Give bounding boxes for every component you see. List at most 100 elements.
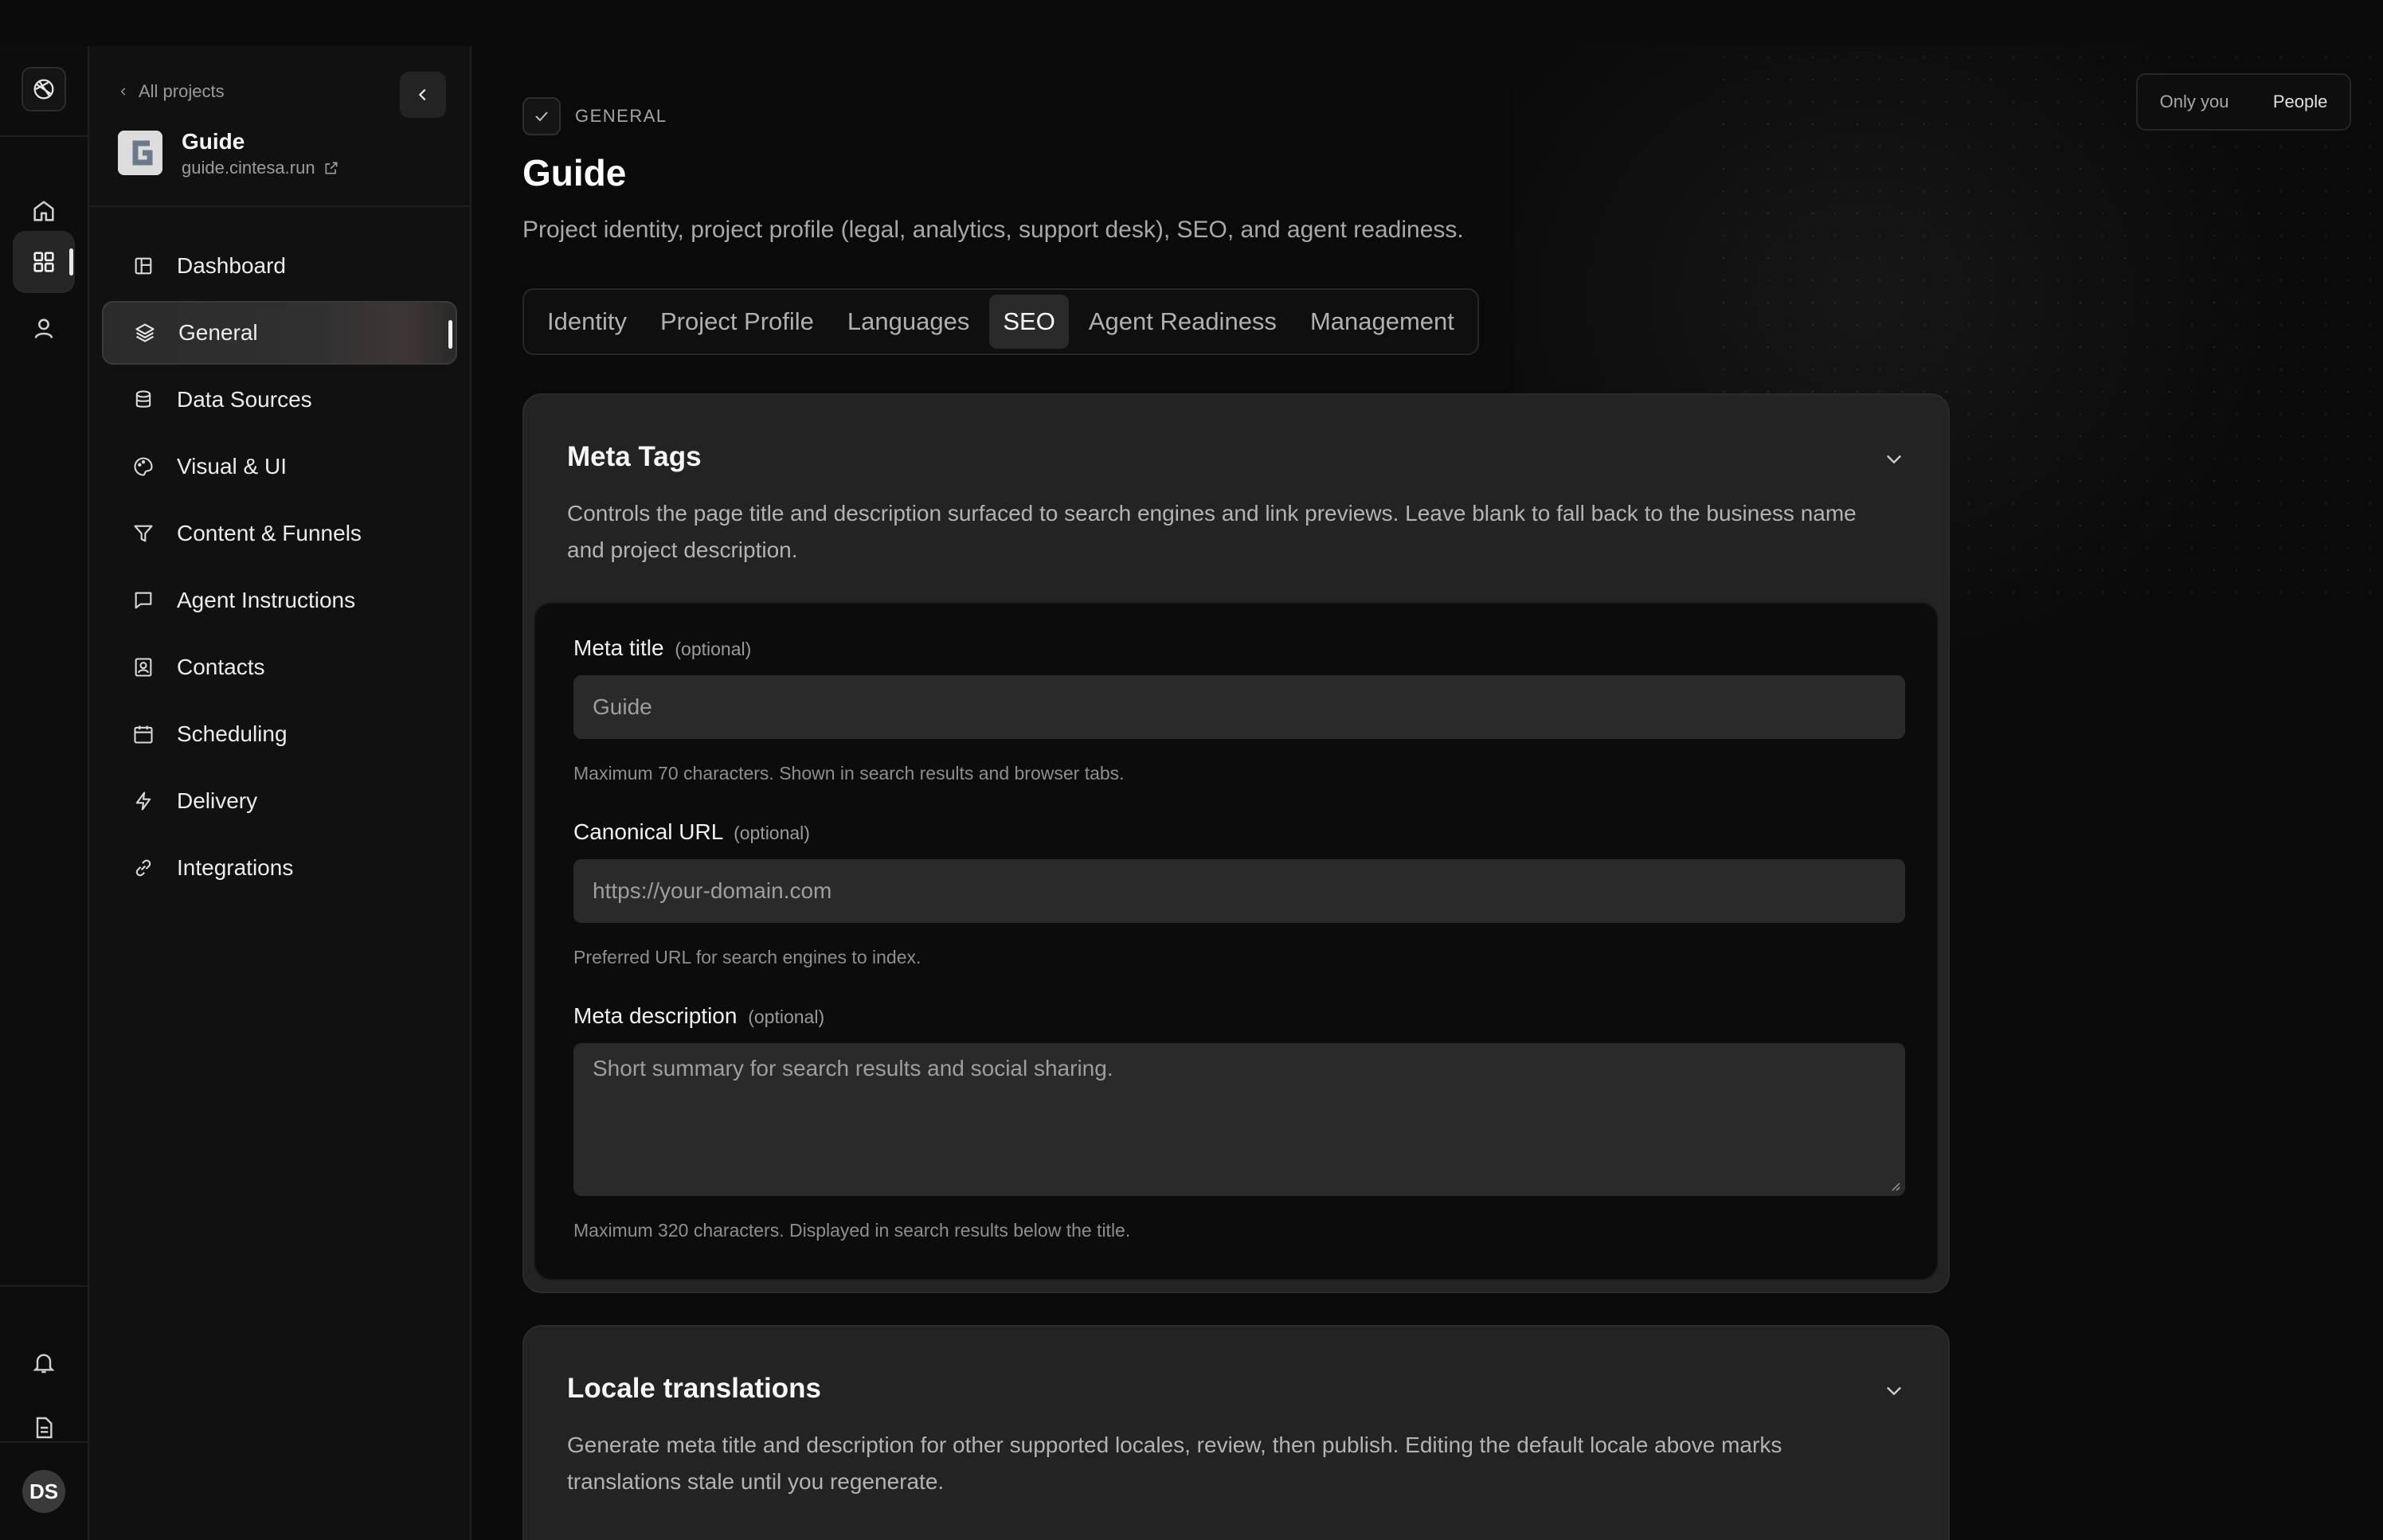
visibility-only-you[interactable]: Only you — [2160, 92, 2229, 112]
tab-languages[interactable]: Languages — [834, 295, 983, 349]
sidebar-item-label: Contacts — [177, 655, 265, 679]
canonical-url-label-text: Canonical URL — [573, 819, 723, 844]
canonical-url-input[interactable]: https://your-domain.com — [573, 859, 1905, 923]
project-url: guide.cintesa.run — [182, 158, 315, 178]
sidebar-item-agent-instructions[interactable]: Agent Instructions — [102, 569, 457, 632]
app-logo[interactable] — [22, 67, 66, 111]
meta-tags-description: Controls the page title and description … — [567, 501, 1857, 562]
sidebar-item-contacts[interactable]: Contacts — [102, 635, 457, 699]
avatar[interactable]: DS — [22, 1470, 65, 1513]
funnel-icon — [132, 522, 155, 545]
bell-icon — [33, 1354, 55, 1374]
rail-divider — [0, 1441, 88, 1443]
optional-hint: (optional) — [734, 823, 810, 843]
meta-description-help: Maximum 320 characters. Displayed in sea… — [573, 1220, 1131, 1241]
locale-translations-collapse-button[interactable] — [1878, 1374, 1910, 1406]
meta-title-input[interactable]: Guide — [573, 675, 1905, 739]
tab-identity[interactable]: Identity — [534, 295, 640, 349]
chevron-left-icon — [120, 88, 126, 96]
canonical-url-label: Canonical URL (optional) — [573, 819, 810, 845]
rail-docs-button[interactable] — [13, 1397, 75, 1459]
sidebar-item-dashboard[interactable]: Dashboard — [102, 234, 457, 298]
project-name: Guide — [182, 129, 245, 154]
sidebar-item-content-funnels[interactable]: Content & Funnels — [102, 502, 457, 565]
sidebar-divider — [89, 205, 470, 207]
sidebar-item-label: Integrations — [177, 855, 294, 880]
palette-icon — [132, 455, 155, 478]
project-thumbnail — [118, 131, 162, 175]
breadcrumb: GENERAL — [522, 97, 667, 135]
meta-tags-form: Meta title (optional) Guide Maximum 70 c… — [534, 602, 1939, 1280]
rail-active-indicator — [69, 248, 73, 276]
sidebar-item-label: Agent Instructions — [177, 588, 356, 612]
rail-notifications-button[interactable] — [13, 1331, 75, 1393]
sidebar-item-general[interactable]: General — [102, 301, 457, 365]
page-title: Guide — [522, 152, 627, 193]
meta-title-help: Maximum 70 characters. Shown in search r… — [573, 763, 1125, 784]
all-projects-label: All projects — [139, 81, 225, 101]
tab-project-profile[interactable]: Project Profile — [647, 295, 828, 349]
sidebar-item-label: Dashboard — [177, 253, 286, 278]
sidebar-item-scheduling[interactable]: Scheduling — [102, 702, 457, 766]
visibility-toggle[interactable]: Only you People — [2136, 73, 2351, 131]
canonical-url-help: Preferred URL for search engines to inde… — [573, 947, 922, 967]
external-link-icon — [325, 162, 338, 174]
sidebar-item-label: Delivery — [177, 788, 258, 813]
meta-description-textarea[interactable]: Short summary for search results and soc… — [573, 1043, 1905, 1196]
bolt-icon — [132, 790, 155, 812]
grid-icon — [33, 252, 54, 272]
page-subtitle: Project identity, project profile (legal… — [522, 217, 1464, 243]
chevron-left-icon — [418, 88, 426, 101]
tab-seo[interactable]: SEO — [989, 295, 1069, 349]
chevron-down-icon — [1887, 455, 1901, 464]
collapse-sidebar-button[interactable] — [400, 72, 446, 118]
all-projects-link[interactable]: All projects — [118, 81, 225, 102]
resize-handle-icon[interactable] — [1888, 1178, 1900, 1191]
project-url-link[interactable]: guide.cintesa.run — [182, 158, 339, 178]
optional-hint: (optional) — [675, 639, 752, 659]
locale-translations-title: Locale translations — [567, 1373, 821, 1404]
rail-divider — [0, 135, 88, 137]
rail-account-button[interactable] — [13, 298, 75, 360]
contact-icon — [132, 656, 155, 678]
sidebar-item-label: Data Sources — [177, 387, 312, 412]
tab-agent-readiness[interactable]: Agent Readiness — [1075, 295, 1290, 349]
tab-management[interactable]: Management — [1297, 295, 1468, 349]
sidebar-item-label: Scheduling — [177, 721, 288, 746]
rail-divider — [0, 1285, 88, 1287]
section-check-badge — [522, 97, 561, 135]
sidebar-item-delivery[interactable]: Delivery — [102, 769, 457, 833]
rail-projects-button[interactable] — [13, 231, 75, 293]
document-icon — [36, 1417, 53, 1439]
meta-description-placeholder: Short summary for search results and soc… — [593, 1056, 1113, 1081]
meta-tags-title: Meta Tags — [567, 441, 702, 472]
project-sidebar: All projects Guide guide.cintesa.run Das… — [89, 46, 472, 1540]
sidebar-item-label: Content & Funnels — [177, 521, 362, 545]
check-icon — [535, 111, 548, 122]
user-icon — [34, 319, 53, 338]
meta-description-label: Meta description (optional) — [573, 1003, 824, 1029]
meta-description-label-text: Meta description — [573, 1003, 738, 1028]
meta-title-label-text: Meta title — [573, 635, 664, 660]
icon-rail: DS — [0, 46, 89, 1540]
settings-tabs: Identity Project Profile Languages SEO A… — [522, 288, 1479, 355]
calendar-icon — [132, 723, 155, 745]
locale-translations-card: Locale translations Generate meta title … — [522, 1325, 1950, 1540]
sidebar-item-label: Visual & UI — [177, 454, 287, 479]
meta-title-label: Meta title (optional) — [573, 635, 751, 661]
sidebar-item-visual-ui[interactable]: Visual & UI — [102, 435, 457, 498]
visibility-people[interactable]: People — [2273, 92, 2328, 112]
chevron-down-icon — [1887, 1386, 1901, 1396]
optional-hint: (optional) — [748, 1006, 825, 1027]
project-logo-icon — [118, 131, 162, 175]
meta-tags-collapse-button[interactable] — [1878, 443, 1910, 475]
database-icon — [132, 389, 155, 411]
logo-icon — [33, 79, 54, 100]
sidebar-item-integrations[interactable]: Integrations — [102, 836, 457, 900]
sidebar-item-label: General — [178, 320, 258, 345]
active-indicator — [448, 320, 452, 349]
locale-translations-description: Generate meta title and description for … — [567, 1433, 1782, 1494]
link-icon — [132, 857, 155, 879]
sidebar-item-data-sources[interactable]: Data Sources — [102, 368, 457, 432]
chat-icon — [132, 589, 155, 612]
